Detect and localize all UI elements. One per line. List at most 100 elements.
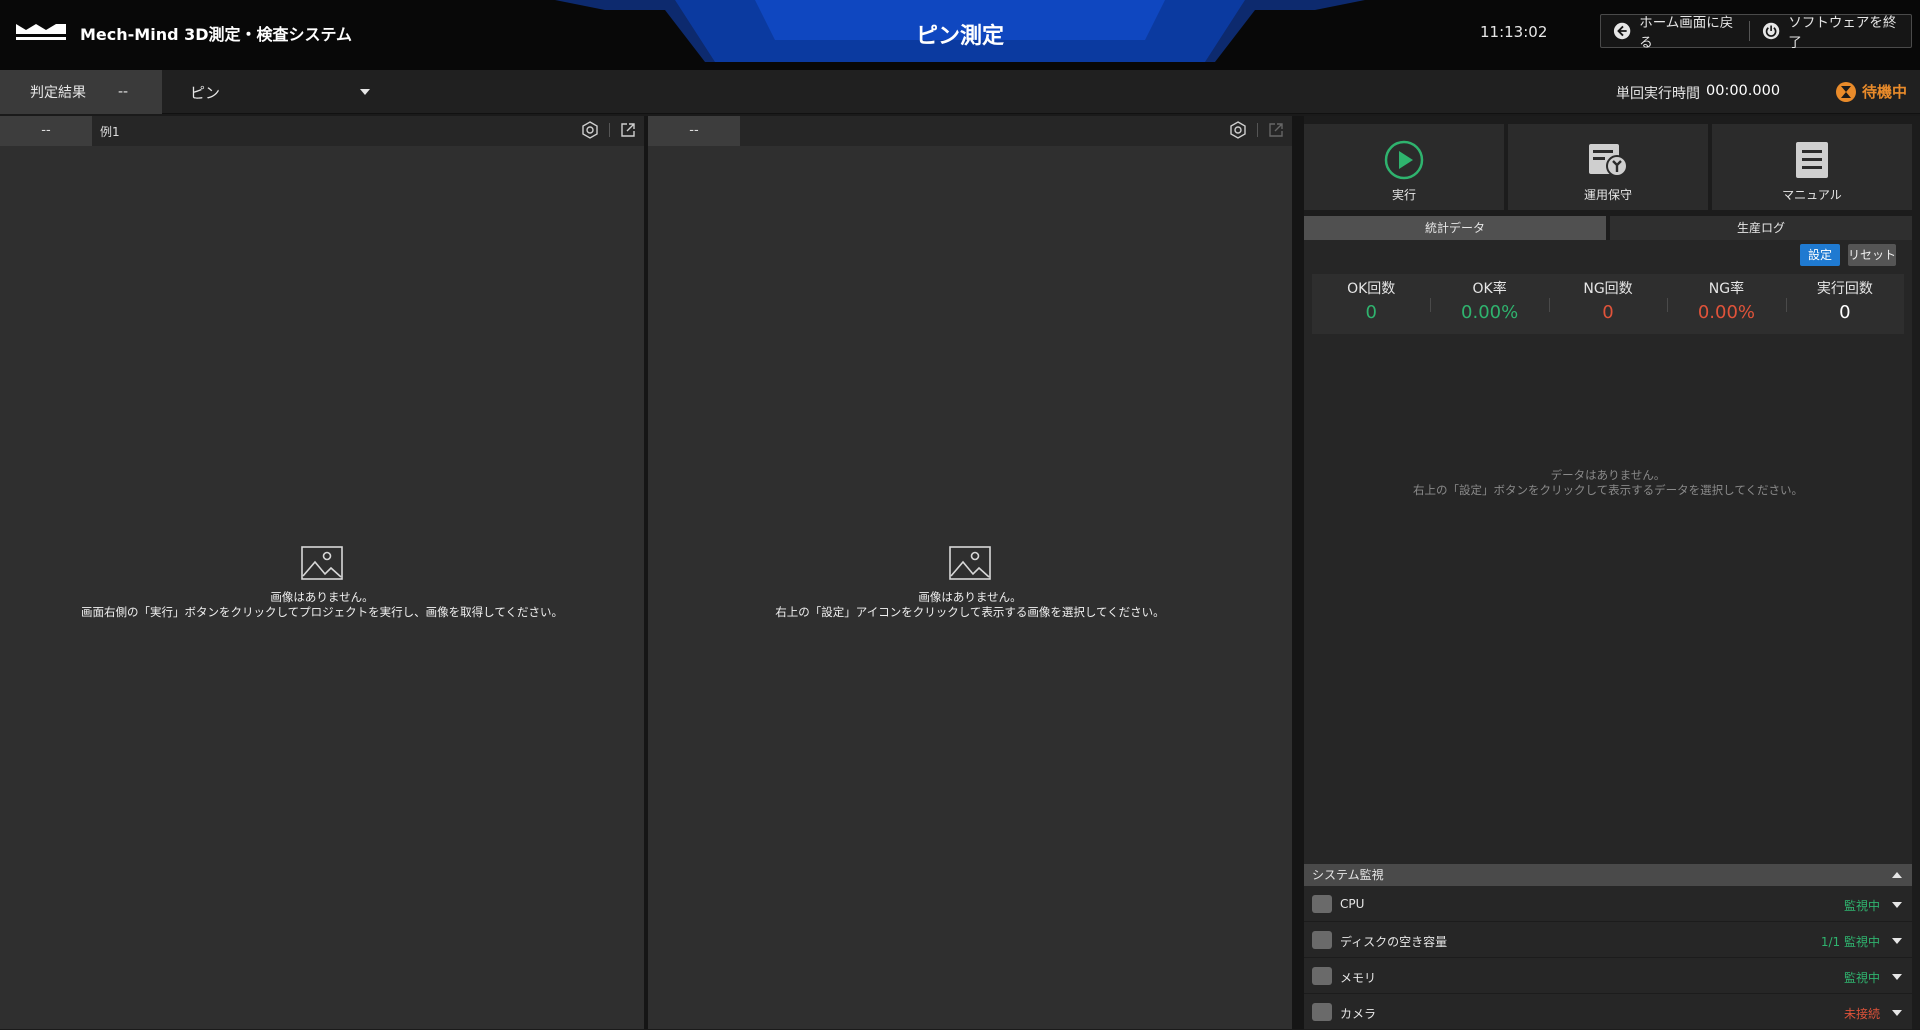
metric-value: 0 [1839,302,1851,323]
empty-state: 画像はありません。 画面右側の「実行」ボタンをクリックしてプロジェクトを実行し、… [0,546,644,620]
image-viewer-1: -- 例1 画像はありません。 画面右側の「実行」ボタンをクリックしてプロジェク… [0,116,644,1029]
viewer-icons [1229,121,1284,139]
maintenance-button[interactable]: 運用保守 [1508,124,1708,210]
sysmon-row-cpu[interactable]: CPU 監視中 [1304,886,1912,922]
settings-icon[interactable] [1229,121,1247,139]
maintenance-icon [1589,144,1628,177]
statistics-panel: 設定 リセット OK回数 0 OK率 0.00% NG回数 0 NG率 0.00… [1304,240,1912,970]
reset-button[interactable]: リセット [1848,244,1896,266]
chevron-down-icon [1892,902,1902,908]
metric-ok-rate: OK率 0.00% [1430,274,1548,334]
sidebar-tabs: 統計データ 生産ログ [1304,216,1912,240]
manual-button-label: マニュアル [1782,188,1842,202]
sysmon-row-status: 監視中 [1843,971,1880,985]
settings-icon[interactable] [581,121,599,139]
sysmon-row-status: 監視中 [1843,899,1880,913]
empty-state-message: 画面右側の「実行」ボタンをクリックしてプロジェクトを実行し、画像を取得してくださ… [81,605,563,619]
divider [1257,123,1258,137]
metric-label: NG回数 [1583,281,1633,297]
empty-state: 画像はありません。 右上の「設定」アイコンをクリックして表示する画像を選択してく… [648,546,1292,620]
sysmon-row-memory[interactable]: メモリ 監視中 [1304,958,1912,994]
chevron-down-icon [1892,938,1902,944]
sysmon-row-disk[interactable]: ディスクの空き容量 1/1 監視中 [1304,922,1912,958]
camera-icon [1312,1003,1332,1021]
tab-statistics[interactable]: 統計データ [1304,216,1606,240]
status-text: 待機中 [1862,83,1908,101]
viewer-header: -- [648,116,1292,146]
image-viewer-2: -- 画像はありません。 右上の「設定」アイコンをクリックして表示する画像を選択… [648,116,1292,1029]
manual-icon [1796,142,1828,178]
sysmon-row-name: カメラ [1340,1007,1377,1021]
metric-ok-count: OK回数 0 [1312,274,1430,334]
exit-button-label: ソフトウェアを終了 [1788,15,1897,51]
home-button-label: ホーム画面に戻る [1639,15,1734,51]
chevron-up-icon [1892,872,1902,878]
app-name: Mech-Mind 3D測定・検査システム [80,25,353,44]
exec-time-value: 00:00.000 [1706,83,1781,99]
exit-button[interactable]: ソフトウェアを終了 [1750,15,1911,51]
back-arrow-icon [1613,22,1631,40]
empty-state-title: 画像はありません。 [918,590,1022,604]
sysmon-row-name: メモリ [1340,971,1377,985]
judge-result: 判定結果 -- [0,70,162,114]
divider [609,123,610,137]
metric-label: 実行回数 [1816,281,1873,297]
sysmon-row-name: CPU [1340,897,1365,911]
play-icon [1384,140,1424,180]
run-button[interactable]: 実行 [1304,124,1504,210]
tab-production-log[interactable]: 生産ログ [1610,216,1912,240]
no-data-title: データはありません。 [1550,468,1666,482]
panel-splitter [1292,116,1304,1029]
maintenance-button-label: 運用保守 [1583,188,1632,202]
hourglass-icon [1836,81,1856,102]
no-data-hint: 右上の「設定」ボタンをクリックして表示するデータを選択してください。 [1413,483,1803,497]
metric-ng-rate: NG率 0.00% [1667,274,1785,334]
sysmon-row-name: ディスクの空き容量 [1340,935,1448,949]
metrics-summary: OK回数 0 OK率 0.00% NG回数 0 NG率 0.00% 実行回数 0 [1312,274,1904,334]
viewer-name: 例1 [100,125,120,139]
settings-button[interactable]: 設定 [1800,244,1840,266]
manual-button[interactable]: マニュアル [1712,124,1912,210]
metric-run-count: 実行回数 0 [1785,274,1904,334]
judge-result-value: -- [118,84,129,100]
right-sidebar: 実行 運用保守 マニュアル 統計データ 生産ログ 設定 リセット OK回数 0 [1304,116,1920,1030]
metric-value: 0 [1602,302,1614,323]
no-data-message: データはありません。 右上の「設定」ボタンをクリックして表示するデータを選択して… [1304,468,1912,498]
power-icon [1763,22,1780,40]
exec-time-label: 単回実行時間 [1616,86,1700,102]
sysmon-row-status: 1/1 監視中 [1820,935,1880,949]
mech-mind-logo-icon [16,24,66,40]
viewer-tab[interactable]: -- [648,116,740,146]
empty-state-title: 画像はありません。 [270,590,374,604]
chevron-down-icon [360,89,370,95]
metric-ng-count: NG回数 0 [1548,274,1667,334]
cpu-icon [1312,895,1332,913]
header-button-group: ホーム画面に戻る ソフトウェアを終了 [1600,14,1912,51]
system-monitor: システム監視 CPU 監視中 ディスクの空き容量 1/1 監視中 メモリ 監視中… [1304,864,1912,1030]
judge-result-label: 判定結果 [30,85,86,101]
home-button[interactable]: ホーム画面に戻る [1601,15,1749,51]
external-link-icon[interactable] [620,122,636,138]
project-select-value: ピン [190,83,221,102]
metric-label: OK率 [1472,281,1507,297]
metric-value: 0.00% [1461,302,1519,323]
app-header: Mech-Mind 3D測定・検査システム ピン測定 11:13:02 ホーム画… [0,0,1920,70]
image-placeholder-icon [301,546,343,580]
project-select[interactable]: ピン [190,80,370,104]
metric-label: NG率 [1708,281,1745,297]
memory-icon [1312,967,1332,985]
status-badge: 待機中 [1836,81,1907,102]
sysmon-row-status: 未接続 [1843,1007,1880,1021]
chevron-down-icon [1892,974,1902,980]
system-monitor-header[interactable]: システム監視 [1304,864,1912,886]
toolbar: 判定結果 -- ピン 単回実行時間 00:00.000 待機中 [0,70,1920,114]
image-placeholder-icon [949,546,991,580]
external-link-icon [1269,123,1283,137]
page-title: ピン測定 [915,24,1004,49]
chevron-down-icon [1892,1010,1902,1016]
viewer-tab[interactable]: -- [0,116,92,146]
system-monitor-title: システム監視 [1312,868,1384,882]
sysmon-row-camera[interactable]: カメラ 未接続 [1304,994,1912,1030]
run-button-label: 実行 [1391,188,1416,202]
metric-value: 0 [1365,302,1377,323]
